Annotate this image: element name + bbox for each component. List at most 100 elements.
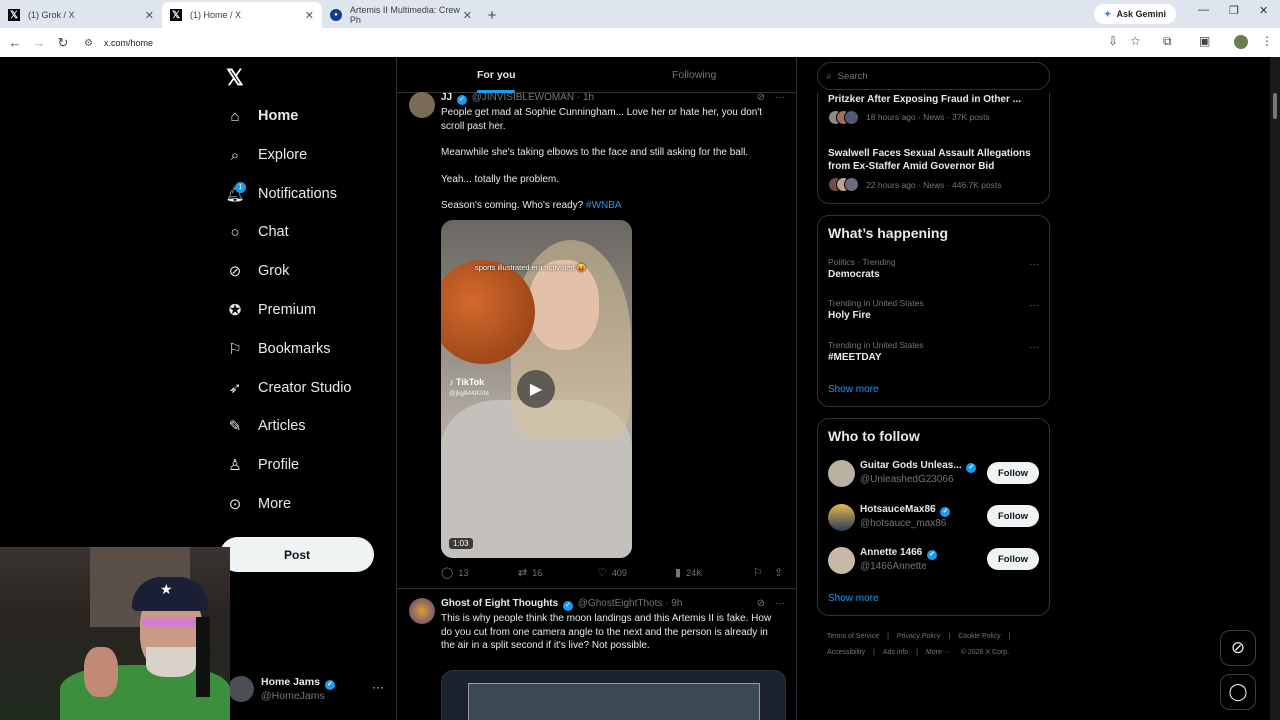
back-icon[interactable]: ← — [3, 35, 27, 50]
nav-creator-studio[interactable]: ➶ Creator Studio — [226, 374, 352, 402]
nav-articles[interactable]: ✎ Articles — [226, 412, 306, 440]
trend-topic[interactable]: Holy Fire — [828, 310, 871, 321]
reload-icon[interactable]: ↻ — [51, 35, 75, 51]
ask-gemini-button[interactable]: ✦ Ask Gemini — [1093, 4, 1176, 24]
trend-topic[interactable]: Democrats — [828, 269, 880, 280]
profile-avatar[interactable] — [1234, 35, 1248, 49]
bookmark-button[interactable]: ⚐ — [753, 566, 763, 579]
reply-button[interactable]: ◯ 13 — [441, 566, 468, 579]
browser-tab-grok[interactable]: 𝕏 (1) Grok / X ✕ — [0, 2, 162, 28]
user-name-row[interactable]: HotsauceMax86 ✓ — [860, 504, 952, 517]
site-info-icon[interactable]: ⚙ — [84, 38, 100, 49]
avatar[interactable] — [409, 92, 435, 118]
news-item-title[interactable]: Pritzker After Exposing Fraud in Other .… — [828, 93, 1040, 106]
more-dots-icon[interactable]: ··· — [775, 92, 785, 103]
play-icon[interactable]: ▶ — [517, 370, 555, 408]
follow-button[interactable]: Follow — [987, 505, 1039, 527]
browser-tab-home[interactable]: 𝕏 (1) Home / X ✕ — [162, 2, 322, 28]
nav-premium[interactable]: ✪ Premium — [226, 296, 316, 324]
grok-icon[interactable]: ⊘ — [757, 92, 765, 103]
restore-icon[interactable]: ❐ — [1229, 4, 1239, 17]
reply-icon: ◯ — [441, 567, 454, 579]
star-icon[interactable]: ☆ — [1130, 34, 1141, 48]
post-time[interactable]: · 9h — [665, 598, 682, 609]
post-button[interactable]: Post — [220, 537, 374, 572]
hashtag-link[interactable]: #WNBA — [586, 200, 622, 211]
close-icon[interactable]: ✕ — [463, 9, 472, 22]
like-button[interactable]: ♡ 409 — [597, 566, 627, 579]
search-input[interactable]: ⌕ Search — [817, 62, 1050, 90]
repost-button[interactable]: ⇄ 16 — [518, 566, 542, 579]
nav-home[interactable]: ⌂ Home — [226, 102, 298, 130]
new-tab-button[interactable]: + — [480, 2, 504, 28]
footer-link[interactable]: Cookie Policy — [958, 633, 1000, 640]
verified-icon: ✓ — [562, 601, 573, 611]
nav-profile[interactable]: ♙ Profile — [226, 451, 299, 479]
views-button[interactable]: ▮ 24K — [675, 566, 702, 579]
grok-fab-icon[interactable]: ⊘ — [1220, 630, 1256, 666]
author-handle[interactable]: @GhostEightThots — [578, 598, 663, 609]
post[interactable]: JJ ✓ @JINVISIBLEWOMAN · 1h ⊘ ··· People … — [397, 90, 796, 588]
follow-button[interactable]: Follow — [987, 462, 1039, 484]
forward-icon[interactable]: → — [27, 35, 51, 50]
follow-button[interactable]: Follow — [987, 548, 1039, 570]
more-dots-icon[interactable]: ··· — [775, 598, 785, 609]
tab-following[interactable]: Following — [672, 69, 716, 81]
post-time[interactable]: · 1h — [577, 92, 594, 103]
install-icon[interactable]: ⇩ — [1108, 34, 1118, 48]
nav-bookmarks[interactable]: ⚐ Bookmarks — [226, 335, 330, 363]
x-logo-icon[interactable]: 𝕏 — [226, 65, 244, 91]
browser-tab-artemis[interactable]: ● Artemis II Multimedia: Crew Ph ✕ — [322, 2, 480, 28]
footer-links: Terms of Service | Privacy Policy | Cookie… — [827, 633, 1011, 656]
share-button[interactable]: ⇪ — [774, 566, 783, 579]
page-scrollbar[interactable] — [1270, 57, 1280, 720]
chat-fab-icon[interactable]: ◯ — [1220, 674, 1256, 710]
extensions-icon[interactable]: ⧉ — [1163, 34, 1172, 49]
grok-icon[interactable]: ⊘ — [757, 598, 765, 609]
footer-link[interactable]: Terms of Service — [827, 633, 879, 640]
nav-grok[interactable]: ⊘ Grok — [226, 257, 290, 285]
footer-link[interactable]: More ··· — [926, 649, 951, 656]
more-dots-icon[interactable]: ··· — [1029, 259, 1039, 270]
author-name[interactable]: Ghost of Eight Thoughts — [441, 598, 558, 609]
nav-chat[interactable]: ○ Chat — [226, 218, 288, 246]
footer-link[interactable]: Ads info — [883, 649, 908, 656]
author-name[interactable]: JJ — [441, 92, 452, 103]
tab-for-you[interactable]: For you — [477, 69, 516, 81]
more-dots-icon[interactable]: ··· — [1029, 300, 1039, 311]
close-icon[interactable]: ✕ — [305, 9, 314, 22]
more-dots-icon[interactable]: ··· — [372, 680, 384, 694]
trend-topic[interactable]: #MEETDAY — [828, 352, 882, 363]
post-image[interactable] — [441, 670, 786, 720]
minimize-icon[interactable]: — — [1198, 4, 1209, 16]
show-more-link[interactable]: Show more — [828, 384, 879, 395]
post[interactable]: Ghost of Eight Thoughts ✓ @GhostEightTho… — [397, 596, 796, 720]
webcam-hand — [84, 647, 118, 697]
post-video[interactable]: sports illustrated era activated 😝 ♪ Tik… — [441, 220, 632, 558]
avatar[interactable] — [828, 460, 855, 487]
user-name-row[interactable]: Guitar Gods Unleas... ✓ — [860, 460, 978, 473]
news-item-title[interactable]: Swalwell Faces Sexual Assault Allegation… — [828, 147, 1040, 173]
scrollbar-thumb[interactable] — [1273, 93, 1277, 119]
nav-explore[interactable]: ⌕ Explore — [226, 141, 307, 169]
footer-link[interactable]: Accessibility — [827, 649, 865, 656]
nav-more[interactable]: ⊙ More — [226, 490, 291, 518]
show-more-link[interactable]: Show more — [828, 593, 879, 604]
close-icon[interactable]: ✕ — [145, 9, 154, 22]
user-name-row[interactable]: Annette 1466 ✓ — [860, 547, 939, 560]
avatar[interactable] — [828, 504, 855, 531]
footer-link[interactable]: Privacy Policy — [897, 633, 941, 640]
side-panel-icon[interactable]: ▣ — [1199, 34, 1210, 48]
menu-icon[interactable]: ⋮ — [1261, 34, 1273, 48]
author-handle[interactable]: @JINVISIBLEWOMAN — [472, 92, 574, 103]
url-field[interactable]: ⚙ x.com/home — [84, 32, 1094, 54]
more-dots-icon[interactable]: ··· — [1029, 342, 1039, 353]
verified-icon: ✓ — [324, 680, 335, 690]
avatar[interactable] — [828, 547, 855, 574]
account-switcher[interactable]: Home Jams ✓ @HomeJams ··· — [228, 674, 388, 708]
nav-notifications[interactable]: 🔔︎ 1 Notifications — [225, 180, 337, 208]
avatar — [844, 177, 859, 192]
close-window-icon[interactable]: ✕ — [1259, 4, 1268, 17]
avatar[interactable] — [409, 598, 435, 624]
trend-context: Trending in United States — [828, 340, 924, 350]
